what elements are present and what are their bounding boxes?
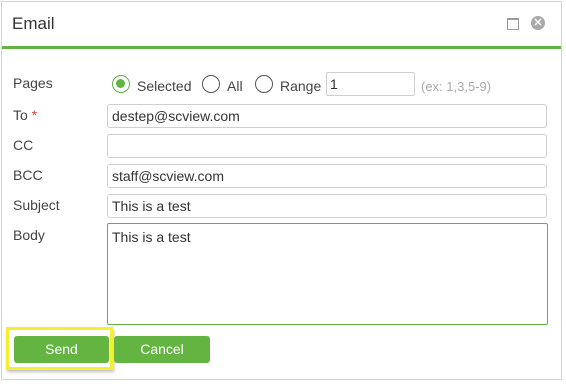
radio-selected[interactable]: [112, 75, 130, 93]
body-label: Body: [13, 227, 45, 243]
subject-field[interactable]: This is a test: [107, 194, 547, 218]
radio-range-label[interactable]: Range: [280, 78, 321, 94]
body-textarea[interactable]: This is a test: [107, 223, 548, 325]
radio-all-label[interactable]: All: [227, 78, 243, 94]
to-label: To *: [13, 107, 38, 123]
range-input[interactable]: 1: [326, 72, 415, 96]
cancel-button[interactable]: Cancel: [114, 336, 210, 363]
bcc-label: BCC: [13, 167, 43, 183]
bcc-field[interactable]: staff@scview.com: [107, 164, 547, 188]
range-hint: (ex: 1,3,5-9): [421, 79, 492, 94]
dialog-title: Email: [12, 14, 55, 33]
send-button[interactable]: Send: [14, 336, 109, 363]
to-field[interactable]: destep@scview.com: [107, 104, 547, 128]
required-mark: *: [31, 107, 38, 123]
radio-all[interactable]: [202, 75, 220, 93]
title-bar: Email ✕: [2, 2, 561, 49]
close-icon[interactable]: ✕: [531, 16, 545, 30]
maximize-icon[interactable]: [506, 17, 519, 30]
radio-range[interactable]: [255, 75, 273, 93]
cc-field[interactable]: [107, 134, 547, 158]
radio-selected-label[interactable]: Selected: [137, 78, 191, 94]
cc-label: CC: [13, 137, 34, 153]
pages-label: Pages: [13, 75, 53, 91]
subject-label: Subject: [13, 197, 60, 213]
